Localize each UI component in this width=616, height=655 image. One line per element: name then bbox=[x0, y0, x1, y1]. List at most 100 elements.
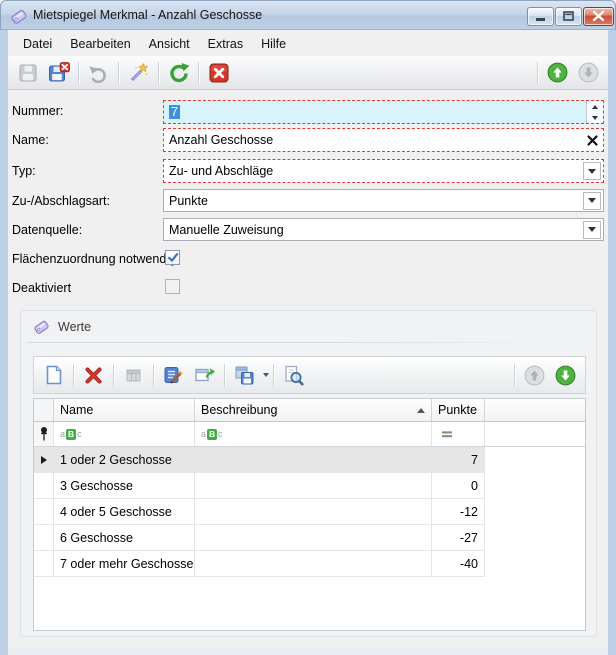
menu-extras[interactable]: Extras bbox=[199, 34, 252, 54]
table-row[interactable]: 6 Geschosse -27 bbox=[34, 525, 585, 551]
typ-label: Typ: bbox=[12, 164, 36, 178]
toolbar-separator bbox=[537, 62, 538, 84]
cell-name[interactable]: 6 Geschosse bbox=[54, 525, 195, 551]
refresh-button[interactable] bbox=[165, 59, 192, 86]
cell-beschreibung[interactable] bbox=[195, 525, 432, 551]
filter-cell-beschreibung[interactable]: aBc bbox=[195, 422, 432, 446]
copy-row-button[interactable] bbox=[120, 362, 147, 389]
values-toolbar bbox=[33, 356, 586, 394]
edit-row-icon bbox=[163, 365, 184, 385]
clear-icon[interactable] bbox=[581, 129, 603, 151]
close-button[interactable] bbox=[583, 7, 614, 26]
window-border-right bbox=[608, 30, 616, 648]
search-button[interactable] bbox=[280, 362, 307, 389]
flaechenzuordnung-label: Flächenzuordnung notwendig bbox=[12, 252, 176, 266]
save-close-icon bbox=[48, 62, 70, 83]
grid-header-filler bbox=[485, 399, 585, 421]
cell-punkte[interactable]: 7 bbox=[432, 447, 485, 473]
grid-filter-row: aBc aBc bbox=[34, 422, 585, 447]
magic-wand-icon bbox=[128, 62, 149, 83]
cell-beschreibung[interactable] bbox=[195, 447, 432, 473]
text-filter-icon: aBc bbox=[60, 429, 82, 440]
cell-beschreibung[interactable] bbox=[195, 473, 432, 499]
delete-row-button[interactable] bbox=[80, 362, 107, 389]
maximize-button[interactable] bbox=[555, 7, 582, 26]
window-corner bbox=[0, 648, 8, 655]
row-indicator bbox=[34, 473, 54, 499]
cell-punkte[interactable]: -12 bbox=[432, 499, 485, 525]
table-row[interactable]: 4 oder 5 Geschosse -12 bbox=[34, 499, 585, 525]
export-button[interactable] bbox=[231, 362, 258, 389]
toolbar-separator bbox=[273, 364, 274, 386]
tag-icon bbox=[10, 7, 28, 25]
filter-cell-name[interactable]: aBc bbox=[54, 422, 195, 446]
name-field[interactable]: Anzahl Geschosse bbox=[163, 128, 604, 152]
werte-group: Werte bbox=[20, 310, 597, 637]
column-header-beschreibung[interactable]: Beschreibung bbox=[195, 399, 432, 421]
toolbar-separator bbox=[78, 62, 79, 84]
cell-name[interactable]: 7 oder mehr Geschosse bbox=[54, 551, 195, 577]
zu-abschlagsart-combobox[interactable]: Punkte bbox=[163, 189, 604, 212]
chevron-down-icon[interactable] bbox=[583, 192, 601, 210]
chevron-down-icon[interactable] bbox=[583, 221, 601, 239]
filter-pin-icon[interactable] bbox=[34, 422, 54, 446]
table-row[interactable]: 1 oder 2 Geschosse 7 bbox=[34, 447, 585, 473]
new-row-button[interactable] bbox=[40, 362, 67, 389]
table-row[interactable]: 7 oder mehr Geschosse -40 bbox=[34, 551, 585, 577]
nummer-field[interactable]: 7 bbox=[163, 100, 604, 124]
window-border-left bbox=[0, 30, 8, 648]
window-border-bottom bbox=[0, 648, 616, 655]
nav-down-button[interactable] bbox=[552, 362, 579, 389]
typ-combobox[interactable]: Zu- und Abschläge bbox=[163, 159, 604, 183]
menu-hilfe[interactable]: Hilfe bbox=[252, 34, 295, 54]
undo-button[interactable] bbox=[85, 59, 112, 86]
deaktiviert-label: Deaktiviert bbox=[12, 281, 71, 295]
cell-punkte[interactable]: -27 bbox=[432, 525, 485, 551]
row-indicator bbox=[34, 499, 54, 525]
cell-beschreibung[interactable] bbox=[195, 551, 432, 577]
menu-ansicht[interactable]: Ansicht bbox=[140, 34, 199, 54]
magic-wand-button[interactable] bbox=[125, 59, 152, 86]
minimize-button[interactable] bbox=[527, 7, 554, 26]
menu-datei[interactable]: Datei bbox=[14, 34, 61, 54]
nummer-value: 7 bbox=[169, 105, 180, 119]
grid-indicator-header bbox=[34, 399, 54, 421]
cell-punkte[interactable]: 0 bbox=[432, 473, 485, 499]
open-window-button[interactable] bbox=[191, 362, 218, 389]
nummer-spinner bbox=[586, 101, 603, 123]
menu-bearbeiten[interactable]: Bearbeiten bbox=[61, 34, 139, 54]
column-header-punkte[interactable]: Punkte bbox=[432, 399, 485, 421]
close-record-button[interactable] bbox=[205, 59, 232, 86]
save-and-close-button[interactable] bbox=[45, 59, 72, 86]
nav-down-button[interactable] bbox=[575, 59, 602, 86]
export-dropdown-icon[interactable] bbox=[263, 373, 269, 377]
flaechenzuordnung-checkbox[interactable] bbox=[165, 250, 180, 265]
window-corner bbox=[608, 648, 616, 655]
nav-up-icon bbox=[547, 62, 568, 83]
column-header-name[interactable]: Name bbox=[54, 399, 195, 421]
cell-name[interactable]: 3 Geschosse bbox=[54, 473, 195, 499]
name-value: Anzahl Geschosse bbox=[164, 133, 581, 147]
zu-abschlagsart-value: Punkte bbox=[164, 194, 583, 208]
app-window: Mietspiegel Merkmal - Anzahl Geschosse D… bbox=[0, 0, 616, 655]
spinner-up-button[interactable] bbox=[587, 101, 603, 112]
titlebar[interactable]: Mietspiegel Merkmal - Anzahl Geschosse bbox=[0, 0, 616, 30]
cell-name[interactable]: 4 oder 5 Geschosse bbox=[54, 499, 195, 525]
edit-row-button[interactable] bbox=[160, 362, 187, 389]
save-button[interactable] bbox=[14, 59, 41, 86]
filter-cell-punkte[interactable] bbox=[432, 422, 485, 446]
toolbar-separator bbox=[113, 364, 114, 386]
datenquelle-combobox[interactable]: Manuelle Zuweisung bbox=[163, 218, 604, 241]
nav-up-button[interactable] bbox=[521, 362, 548, 389]
table-row[interactable]: 3 Geschosse 0 bbox=[34, 473, 585, 499]
equals-filter-icon bbox=[441, 428, 453, 440]
spinner-down-button[interactable] bbox=[587, 112, 603, 123]
search-icon bbox=[283, 365, 304, 386]
deaktiviert-checkbox[interactable] bbox=[165, 279, 180, 294]
nav-up-button[interactable] bbox=[544, 59, 571, 86]
chevron-down-icon[interactable] bbox=[583, 162, 601, 180]
cell-punkte[interactable]: -40 bbox=[432, 551, 485, 577]
window-title: Mietspiegel Merkmal - Anzahl Geschosse bbox=[33, 1, 262, 30]
cell-name[interactable]: 1 oder 2 Geschosse bbox=[54, 447, 195, 473]
cell-beschreibung[interactable] bbox=[195, 499, 432, 525]
